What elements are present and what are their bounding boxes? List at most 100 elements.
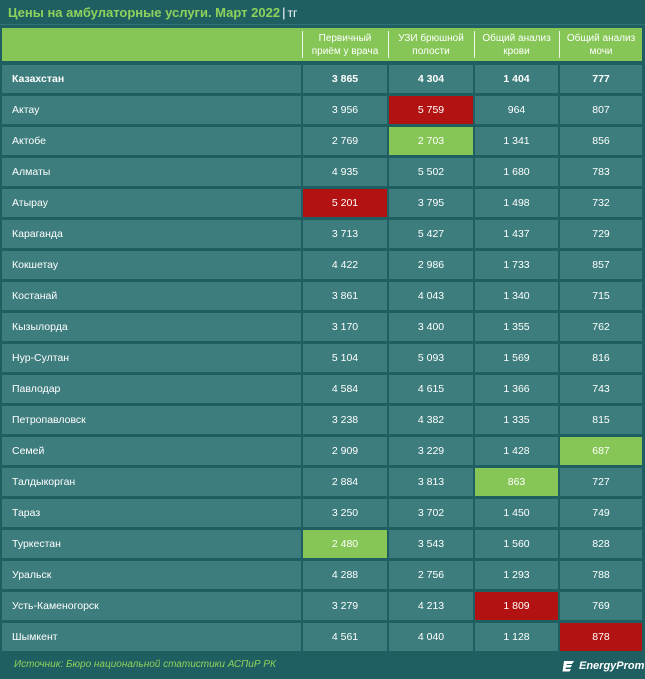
price-cell: 762 — [560, 313, 642, 341]
price-cell: 2 884 — [303, 468, 387, 496]
price-cell-green: 687 — [560, 437, 642, 465]
price-cell: 3 238 — [303, 406, 387, 434]
price-cell: 2 769 — [303, 127, 387, 155]
header-divider — [474, 31, 475, 58]
price-cell: 3 400 — [389, 313, 473, 341]
unit-label: тг — [287, 6, 298, 20]
price-cell: 4 422 — [303, 251, 387, 279]
region-name: Казахстан — [2, 65, 301, 93]
price-cell: 815 — [560, 406, 642, 434]
region-name: Костанай — [2, 282, 301, 310]
table-row: Тараз 3 250 3 702 1 450 749 — [2, 499, 642, 527]
region-name: Караганда — [2, 220, 301, 248]
price-cell: 856 — [560, 127, 642, 155]
table-row: Атырау 5 201 3 795 1 498 732 — [2, 189, 642, 217]
price-cell: 1 293 — [475, 561, 558, 589]
price-cell: 769 — [560, 592, 642, 620]
table-row: Шымкент 4 561 4 040 1 128 878 — [2, 623, 642, 651]
table-row: Кокшетау 4 422 2 986 1 733 857 — [2, 251, 642, 279]
price-cell: 5 104 — [303, 344, 387, 372]
logo-text: EnergyProm — [579, 660, 645, 672]
price-cell: 1 428 — [475, 437, 558, 465]
price-cell: 3 861 — [303, 282, 387, 310]
price-cell: 1 437 — [475, 220, 558, 248]
table-row: Караганда 3 713 5 427 1 437 729 — [2, 220, 642, 248]
price-cell: 1 340 — [475, 282, 558, 310]
table-row: Кызылорда 3 170 3 400 1 355 762 — [2, 313, 642, 341]
price-cell: 1 341 — [475, 127, 558, 155]
price-cell: 3 813 — [389, 468, 473, 496]
price-cell: 3 543 — [389, 530, 473, 558]
price-cell-green: 863 — [475, 468, 558, 496]
region-name: Нур-Султан — [2, 344, 301, 372]
price-cell-red: 5 759 — [389, 96, 473, 124]
price-cell: 3 795 — [389, 189, 473, 217]
region-name: Павлодар — [2, 375, 301, 403]
region-name: Талдыкорган — [2, 468, 301, 496]
table-row: Семей 2 909 3 229 1 428 687 — [2, 437, 642, 465]
region-name: Уральск — [2, 561, 301, 589]
price-cell: 828 — [560, 530, 642, 558]
price-cell: 5 427 — [389, 220, 473, 248]
title-divider — [0, 24, 645, 25]
price-cell: 2 756 — [389, 561, 473, 589]
region-name: Туркестан — [2, 530, 301, 558]
price-cell: 857 — [560, 251, 642, 279]
region-name: Атырау — [2, 189, 301, 217]
header-divider — [388, 31, 389, 58]
price-cell: 964 — [475, 96, 558, 124]
price-cell: 5 093 — [389, 344, 473, 372]
table-row: Актобе 2 769 2 703 1 341 856 — [2, 127, 642, 155]
price-cell-red: 878 — [560, 623, 642, 651]
table-row: Усть-Каменогорск 3 279 4 213 1 809 769 — [2, 592, 642, 620]
price-cell: 743 — [560, 375, 642, 403]
price-cell: 4 584 — [303, 375, 387, 403]
table-header: Первичный приём у врача УЗИ брюшной полости… — [2, 28, 642, 61]
price-cell: 2 909 — [303, 437, 387, 465]
price-cell: 3 170 — [303, 313, 387, 341]
region-name: Алматы — [2, 158, 301, 186]
price-cell: 1 450 — [475, 499, 558, 527]
column-header: Общий анализ крови — [482, 32, 551, 57]
price-cell: 1 569 — [475, 344, 558, 372]
region-name: Петропавловск — [2, 406, 301, 434]
header-divider — [302, 31, 303, 58]
price-cell: 777 — [560, 65, 642, 93]
price-cell: 3 865 — [303, 65, 387, 93]
price-cell: 4 561 — [303, 623, 387, 651]
price-cell: 1 366 — [475, 375, 558, 403]
price-cell: 783 — [560, 158, 642, 186]
price-cell-green: 2 703 — [389, 127, 473, 155]
price-cell-red: 5 201 — [303, 189, 387, 217]
price-cell: 3 702 — [389, 499, 473, 527]
price-cell: 4 382 — [389, 406, 473, 434]
price-cell: 4 213 — [389, 592, 473, 620]
price-cell: 807 — [560, 96, 642, 124]
region-name: Актобе — [2, 127, 301, 155]
price-cell: 3 713 — [303, 220, 387, 248]
price-cell: 1 560 — [475, 530, 558, 558]
price-cell: 5 502 — [389, 158, 473, 186]
table-row: Костанай 3 861 4 043 1 340 715 — [2, 282, 642, 310]
table-row: Актау 3 956 5 759 964 807 — [2, 96, 642, 124]
region-name: Кызылорда — [2, 313, 301, 341]
region-name: Семей — [2, 437, 301, 465]
chart-title: Цены на амбулаторные услуги. Март 2022 | т… — [8, 3, 297, 23]
table-row-total: Казахстан 3 865 4 304 1 404 777 — [2, 65, 642, 93]
price-cell: 3 279 — [303, 592, 387, 620]
price-cell: 4 043 — [389, 282, 473, 310]
region-name: Шымкент — [2, 623, 301, 651]
price-cell: 732 — [560, 189, 642, 217]
table-row: Нур-Султан 5 104 5 093 1 569 816 — [2, 344, 642, 372]
price-cell: 1 355 — [475, 313, 558, 341]
title-text: Цены на амбулаторные услуги. Март 2022 — [8, 5, 281, 20]
region-name: Актау — [2, 96, 301, 124]
region-name: Кокшетау — [2, 251, 301, 279]
price-cell: 4 304 — [389, 65, 473, 93]
table-row: Туркестан 2 480 3 543 1 560 828 — [2, 530, 642, 558]
table-row: Павлодар 4 584 4 615 1 366 743 — [2, 375, 642, 403]
price-cell-green: 2 480 — [303, 530, 387, 558]
brand-logo: EnergyProm — [562, 657, 644, 675]
price-cell: 4 288 — [303, 561, 387, 589]
region-name: Усть-Каменогорск — [2, 592, 301, 620]
